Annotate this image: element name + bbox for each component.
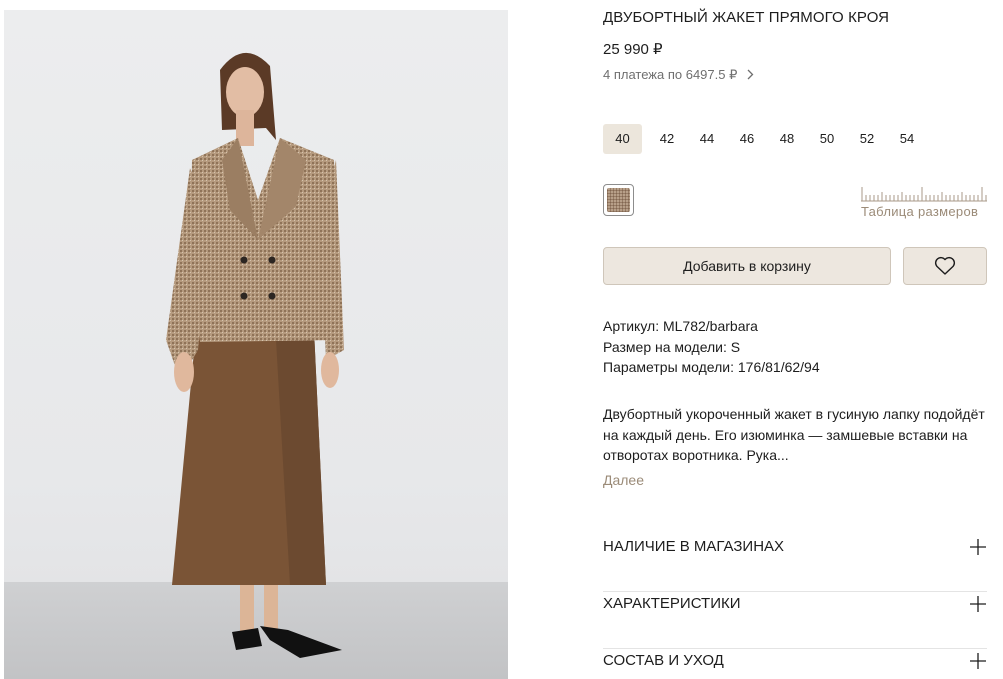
size-chart-link[interactable]: Таблица размеров xyxy=(861,204,978,219)
size-option-46[interactable]: 46 xyxy=(732,124,762,154)
accordion-store-availability[interactable]: НАЛИЧИЕ В МАГАЗИНАХ xyxy=(603,535,987,592)
product-price: 25 990 ₽ xyxy=(603,41,663,58)
accordion-label: СОСТАВ И УХОД xyxy=(603,652,724,669)
accordion-composition-care[interactable]: СОСТАВ И УХОД xyxy=(603,649,987,679)
installments-label: 4 платежа по 6497.5 ₽ xyxy=(603,67,738,82)
read-more-link[interactable]: Далее xyxy=(603,472,644,488)
plus-icon xyxy=(970,596,986,612)
product-title: ДВУБОРТНЫЙ ЖАКЕТ ПРЯМОГО КРОЯ xyxy=(603,9,890,26)
product-photo[interactable] xyxy=(4,10,508,679)
model-params: Параметры модели: 176/81/62/94 xyxy=(603,359,820,375)
size-option-44[interactable]: 44 xyxy=(692,124,722,154)
favorite-button[interactable] xyxy=(903,247,987,285)
size-option-54[interactable]: 54 xyxy=(892,124,922,154)
installments-link[interactable]: 4 платежа по 6497.5 ₽ xyxy=(603,67,754,83)
add-to-cart-button[interactable]: Добавить в корзину xyxy=(603,247,891,285)
size-selector: 40 42 44 46 48 50 52 54 xyxy=(603,124,922,154)
model-size: Размер на модели: S xyxy=(603,338,741,355)
size-option-52[interactable]: 52 xyxy=(852,124,882,154)
size-option-42[interactable]: 42 xyxy=(652,124,682,154)
accordion-characteristics[interactable]: ХАРАКТЕРИСТИКИ xyxy=(603,592,987,649)
chevron-right-icon xyxy=(747,68,754,83)
size-option-40[interactable]: 40 xyxy=(603,124,642,154)
color-swatch[interactable] xyxy=(603,184,634,216)
size-option-50[interactable]: 50 xyxy=(812,124,842,154)
ruler-icon[interactable] xyxy=(861,184,987,202)
color-swatch-fill xyxy=(607,188,630,212)
accordion-label: ХАРАКТЕРИСТИКИ xyxy=(603,595,741,612)
heart-icon xyxy=(934,256,956,275)
article-number: Артикул: ML782/barbara xyxy=(603,318,758,334)
plus-icon xyxy=(970,653,986,669)
accordion-label: НАЛИЧИЕ В МАГАЗИНАХ xyxy=(603,538,785,555)
size-option-48[interactable]: 48 xyxy=(772,124,802,154)
model-illustration xyxy=(166,52,344,658)
product-details: Артикул: ML782/barbara Размер на модели:… xyxy=(603,316,820,378)
plus-icon xyxy=(970,539,986,555)
product-description: Двубортный укороченный жакет в гусиную л… xyxy=(603,406,985,463)
